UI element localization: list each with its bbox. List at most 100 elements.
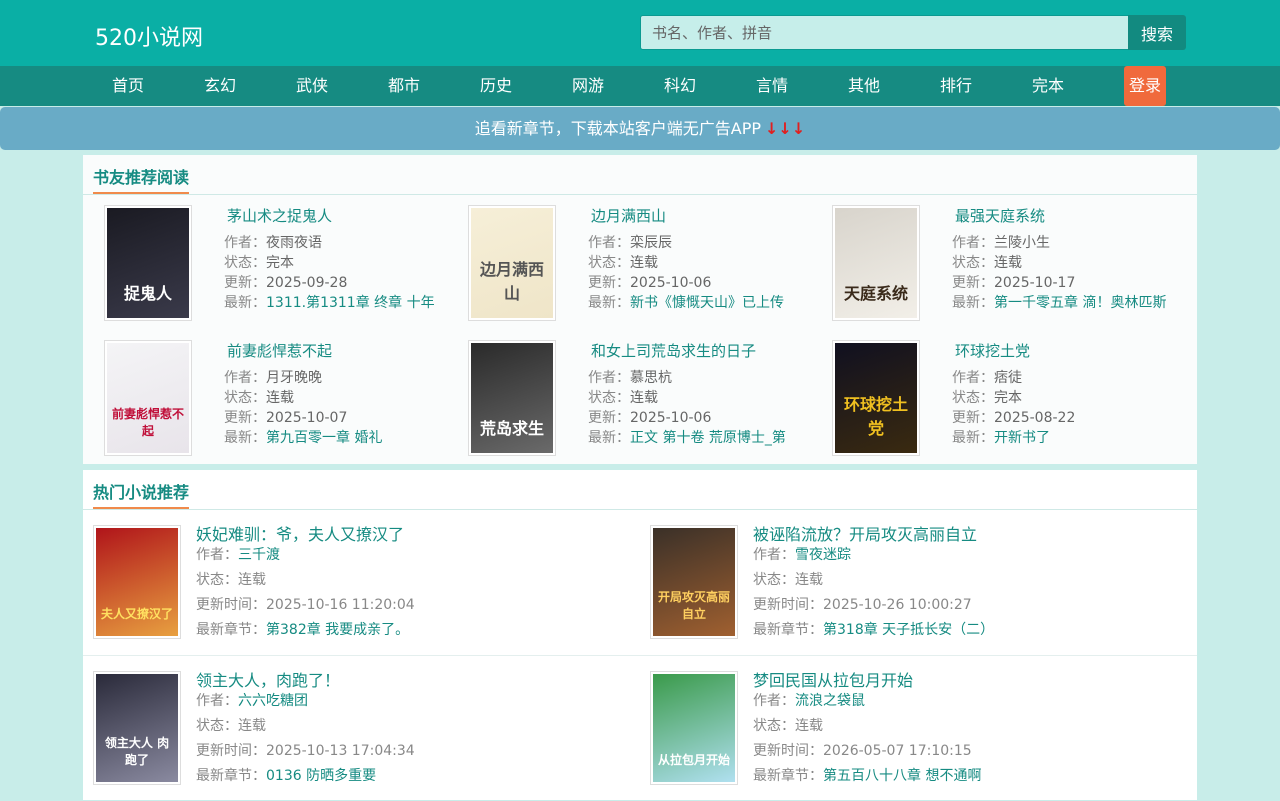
book-title[interactable]: 梦回民国从拉包月开始 [753, 667, 913, 691]
book-title[interactable]: 环球挖土党 [955, 340, 1030, 361]
cover-text: 边月满西山 [479, 260, 544, 303]
book-author: 作者：夜雨夜语 [224, 235, 322, 251]
main-nav: 首页 玄幻 武侠 都市 历史 网游 科幻 言情 其他 排行 完本 登录 [0, 66, 1280, 106]
section-title: 书友推荐阅读 [93, 164, 190, 194]
book-latest: 最新：新书《慷慨天山》已上传 [588, 295, 784, 311]
book-updated: 更新：2025-10-07 [224, 410, 348, 426]
app-download-banner[interactable]: 追看新章节，下载本站客户端无广告APP ↓↓↓ [0, 107, 1280, 150]
cover-text: 夫人又撩汉了 [100, 607, 173, 621]
book-status: 状态：连载 [588, 255, 658, 271]
book-status: 状态：连载 [753, 572, 823, 588]
book-latest: 最新章节：第五百八十八章 想不通啊 [753, 768, 982, 784]
panel-header: 书友推荐阅读 [83, 155, 1197, 195]
book-title[interactable]: 被诬陷流放？开局攻灭高丽自立 [753, 521, 977, 545]
hot-book-card: 从拉包月开始 梦回民国从拉包月开始 作者：流浪之袋鼠 状态：连载 更新时间：20… [640, 656, 1197, 801]
book-title[interactable]: 茅山术之捉鬼人 [227, 205, 332, 226]
book-author: 作者：痞徒 [952, 370, 1022, 386]
book-title[interactable]: 前妻彪悍惹不起 [227, 340, 332, 361]
search-bar: 搜索 [640, 15, 1186, 50]
book-cover[interactable]: 荒岛求生 [468, 340, 556, 456]
book-status: 状态：连载 [753, 718, 823, 734]
nav-item-xuanhuan[interactable]: 玄幻 [180, 66, 260, 106]
book-latest: 最新章节：0136 防晒多重要 [196, 768, 377, 784]
nav-item-lishi[interactable]: 历史 [456, 66, 536, 106]
book-title[interactable]: 和女上司荒岛求生的日子 [591, 340, 756, 361]
login-button[interactable]: 登录 [1124, 66, 1166, 106]
book-title[interactable]: 领主大人，肉跑了！ [196, 667, 340, 691]
book-author: 作者：三千渡 [196, 547, 280, 563]
book-updated: 更新时间：2025-10-13 17:04:34 [196, 743, 415, 759]
cover-image: 前妻彪悍惹不起 [107, 343, 189, 453]
book-card: 捉鬼人 茅山术之捉鬼人 作者：夜雨夜语 状态：完本 更新：2025-09-28 … [83, 195, 447, 321]
latest-chapter-link[interactable]: 正文 第十卷 荒原博士_第 [630, 430, 786, 446]
latest-chapter-link[interactable]: 第382章 我要成亲了。 [266, 622, 409, 638]
latest-chapter-link[interactable]: 0136 防晒多重要 [266, 768, 376, 784]
book-updated: 更新时间：2026-05-07 17:10:15 [753, 743, 972, 759]
search-input[interactable] [640, 15, 1128, 50]
book-cover[interactable]: 天庭系统 [832, 205, 920, 321]
nav-item-kehuan[interactable]: 科幻 [640, 66, 720, 106]
site-logo[interactable]: 520小说网 [95, 20, 203, 52]
latest-chapter-link[interactable]: 第一千零五章 滴！奥林匹斯 [994, 295, 1166, 311]
book-updated: 更新：2025-10-17 [952, 275, 1076, 291]
cover-image: 捉鬼人 [107, 208, 189, 318]
book-latest: 最新：正文 第十卷 荒原博士_第 [588, 430, 786, 446]
nav-item-wanben[interactable]: 完本 [1008, 66, 1088, 106]
author-link[interactable]: 雪夜迷踪 [795, 547, 851, 563]
book-author: 作者：雪夜迷踪 [753, 547, 851, 563]
latest-chapter-link[interactable]: 第五百八十八章 想不通啊 [823, 768, 981, 784]
hot-book-card: 领主大人 肉跑了 领主大人，肉跑了！ 作者：六六吃糖团 状态：连载 更新时间：2… [83, 656, 640, 801]
nav-item-qita[interactable]: 其他 [824, 66, 904, 106]
latest-chapter-link[interactable]: 1311.第1311章 终章 十年 [266, 295, 435, 311]
book-cover[interactable]: 从拉包月开始 [650, 671, 738, 785]
hot-book-card: 开局攻灭高丽自立 被诬陷流放？开局攻灭高丽自立 作者：雪夜迷踪 状态：连载 更新… [640, 510, 1197, 655]
book-updated: 更新：2025-08-22 [952, 410, 1076, 426]
book-author: 作者：栾辰辰 [588, 235, 672, 251]
book-card: 环球挖土党 环球挖土党 作者：痞徒 状态：完本 更新：2025-08-22 最新… [811, 330, 1175, 456]
book-latest: 最新章节：第382章 我要成亲了。 [196, 622, 410, 638]
latest-chapter-link[interactable]: 开新书了 [994, 430, 1050, 446]
cover-text: 前妻彪悍惹不起 [111, 407, 184, 438]
author-link[interactable]: 三千渡 [238, 547, 280, 563]
book-status: 状态：连载 [588, 390, 658, 406]
nav-item-dushi[interactable]: 都市 [364, 66, 444, 106]
nav-item-paihang[interactable]: 排行 [916, 66, 996, 106]
section-title: 热门小说推荐 [93, 479, 190, 509]
cover-image: 边月满西山 [471, 208, 553, 318]
book-cover[interactable]: 夫人又撩汉了 [93, 525, 181, 639]
nav-item-wuxia[interactable]: 武侠 [272, 66, 352, 106]
latest-chapter-link[interactable]: 第318章 天子抵长安（二） [823, 622, 994, 638]
book-latest: 最新章节：第318章 天子抵长安（二） [753, 622, 995, 638]
down-arrows-icon: ↓↓↓ [765, 119, 806, 138]
author-link[interactable]: 流浪之袋鼠 [795, 693, 865, 709]
book-status: 状态：完本 [224, 255, 294, 271]
cover-image: 夫人又撩汉了 [96, 528, 178, 636]
book-latest: 最新：第一千零五章 滴！奥林匹斯 [952, 295, 1167, 311]
book-cover[interactable]: 边月满西山 [468, 205, 556, 321]
book-title[interactable]: 边月满西山 [591, 205, 666, 226]
latest-chapter-link[interactable]: 新书《慷慨天山》已上传 [630, 295, 784, 311]
author-link[interactable]: 六六吃糖团 [238, 693, 308, 709]
nav-item-home[interactable]: 首页 [88, 66, 168, 106]
book-cover[interactable]: 环球挖土党 [832, 340, 920, 456]
book-card: 边月满西山 边月满西山 作者：栾辰辰 状态：连载 更新：2025-10-06 最… [447, 195, 811, 321]
book-title[interactable]: 妖妃难驯：爷，夫人又撩汉了 [196, 521, 404, 545]
book-cover[interactable]: 开局攻灭高丽自立 [650, 525, 738, 639]
cover-text: 天庭系统 [843, 284, 908, 303]
nav-item-yanqing[interactable]: 言情 [732, 66, 812, 106]
search-button[interactable]: 搜索 [1128, 15, 1186, 50]
book-cover[interactable]: 捉鬼人 [104, 205, 192, 321]
book-title[interactable]: 最强天庭系统 [955, 205, 1045, 226]
book-cover[interactable]: 前妻彪悍惹不起 [104, 340, 192, 456]
cover-image: 环球挖土党 [835, 343, 917, 453]
book-cover[interactable]: 领主大人 肉跑了 [93, 671, 181, 785]
book-latest: 最新：第九百零一章 婚礼 [224, 430, 383, 446]
cover-image: 天庭系统 [835, 208, 917, 318]
nav-item-wangyou[interactable]: 网游 [548, 66, 628, 106]
latest-chapter-link[interactable]: 第九百零一章 婚礼 [266, 430, 382, 446]
book-status: 状态：连载 [196, 718, 266, 734]
cover-text: 荒岛求生 [479, 419, 544, 438]
cover-text: 领主大人 肉跑了 [104, 736, 170, 767]
book-status: 状态：完本 [952, 390, 1022, 406]
cover-image: 荒岛求生 [471, 343, 553, 453]
